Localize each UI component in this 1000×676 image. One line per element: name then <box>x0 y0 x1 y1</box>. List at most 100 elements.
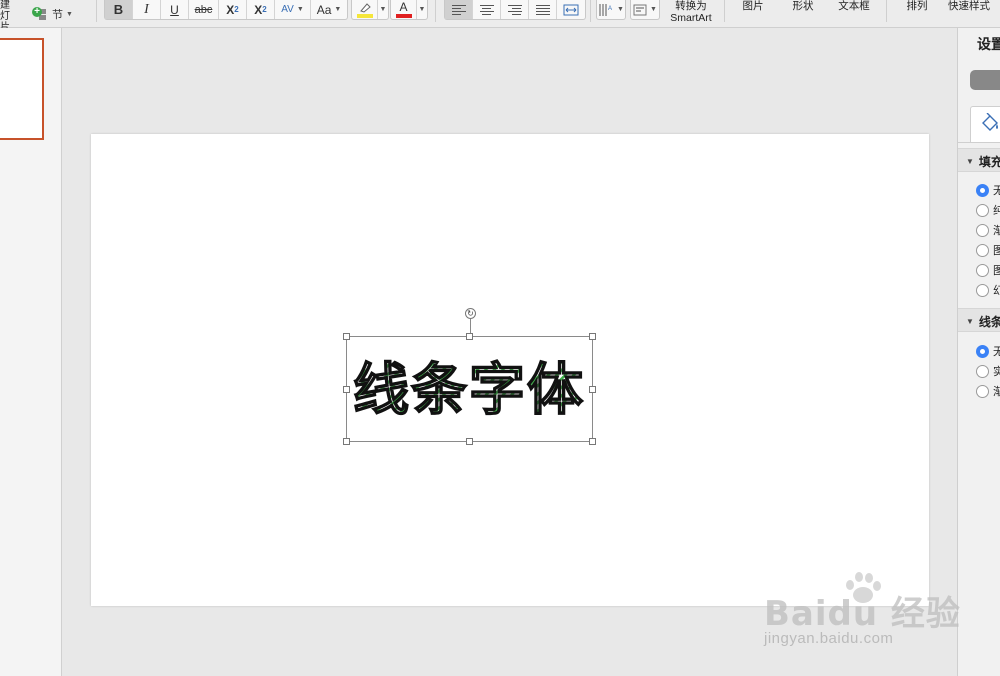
resize-handle-right[interactable] <box>589 386 596 393</box>
align-right-button[interactable] <box>501 0 529 19</box>
picture-label: 图片 <box>742 0 764 12</box>
triangle-down-icon: ▼ <box>966 317 974 326</box>
radio-button[interactable] <box>976 344 989 358</box>
line-option[interactable]: 渐 <box>976 383 1000 399</box>
font-color-button[interactable]: A ▼ <box>390 0 428 20</box>
option-label: 无 <box>993 343 1000 359</box>
fill-option[interactable]: 渐 <box>976 222 1000 238</box>
radio-button[interactable] <box>976 263 989 277</box>
resize-handle-top-left[interactable] <box>343 333 350 340</box>
line-section-label: 线条 <box>978 315 1000 329</box>
format-pane: 设置 ▼ 填充 无纯渐图图幻 ▼ 线条 无实渐 <box>957 28 1000 676</box>
rotate-icon[interactable]: ↻ <box>465 308 476 319</box>
fill-option[interactable]: 纯 <box>976 202 1000 218</box>
highlight-color-swatch <box>356 13 373 18</box>
selected-textbox[interactable]: ↻ 线条字体 <box>343 308 596 445</box>
radio-button[interactable] <box>976 384 989 398</box>
chevron-down-icon: ▼ <box>296 6 304 13</box>
quick-styles-button[interactable]: 快速样式 <box>944 0 994 12</box>
toolbar-divider <box>724 0 725 22</box>
fill-option[interactable]: 图 <box>976 242 1000 258</box>
resize-handle-left[interactable] <box>343 386 350 393</box>
section-button[interactable]: + 节 ▼ <box>32 6 73 22</box>
baidu-watermark: Baidu 经验 jingyan.baidu.com <box>764 572 960 650</box>
italic-button[interactable]: I <box>133 0 161 19</box>
toolbar-divider <box>886 0 887 22</box>
fill-section-toggle[interactable]: ▼ 填充 <box>966 153 1000 170</box>
chevron-down-icon: ▼ <box>66 10 73 18</box>
align-left-button[interactable] <box>445 0 473 19</box>
resize-handle-top-right[interactable] <box>589 333 596 340</box>
fill-option[interactable]: 幻 <box>976 282 1000 298</box>
toolbar-divider <box>96 0 97 22</box>
subscript-button[interactable]: X2 <box>247 0 275 19</box>
option-label: 纯 <box>993 202 1000 218</box>
bold-button[interactable]: B <box>105 0 133 19</box>
radio-button[interactable] <box>976 283 989 297</box>
chevron-down-icon: ▼ <box>617 6 624 13</box>
arrange-button[interactable]: 排列 <box>902 0 932 12</box>
radio-button[interactable] <box>976 203 989 217</box>
fill-option[interactable]: 图 <box>976 262 1000 278</box>
highlight-color-button[interactable]: ▼ <box>351 0 389 20</box>
resize-handle-bottom[interactable] <box>466 438 473 445</box>
convert-smartart-label-2: SmartArt <box>670 12 712 24</box>
align-text-button[interactable]: ▼ <box>630 0 660 20</box>
line-option[interactable]: 无 <box>976 343 1000 359</box>
toolbar-divider <box>590 0 591 22</box>
outlined-text-glyphs: 线条字体 <box>353 358 585 423</box>
text-direction-button[interactable]: A ▼ <box>596 0 626 20</box>
svg-text:A: A <box>608 6 612 12</box>
strikethrough-button[interactable]: abc <box>189 0 219 19</box>
resize-handle-top[interactable] <box>466 333 473 340</box>
paint-bucket-icon <box>982 113 998 131</box>
paragraph-align-group <box>444 0 586 20</box>
radio-button[interactable] <box>976 243 989 257</box>
insert-picture-button[interactable]: 图片 <box>738 0 768 12</box>
distributed-align-icon <box>563 4 579 15</box>
new-slide-label: 建 <box>0 0 10 11</box>
line-section-toggle[interactable]: ▼ 线条 <box>966 313 1000 330</box>
distributed-align-button[interactable] <box>557 0 585 19</box>
slide-thumbnail-1[interactable] <box>0 38 44 140</box>
fill-line-tab[interactable] <box>970 106 1000 142</box>
chevron-down-icon: ▼ <box>650 6 657 13</box>
option-label: 图 <box>993 242 1000 258</box>
arrange-label: 排列 <box>906 0 928 12</box>
ribbon-toolbar: 建 灯片 + 节 ▼ B I U abc X2 X2 AV ▼ Aa ▼ <box>0 0 1000 33</box>
align-text-icon <box>633 4 647 15</box>
option-label: 渐 <box>993 383 1000 399</box>
chevron-down-icon: ▼ <box>379 6 387 13</box>
pane-options-button[interactable] <box>970 70 1000 90</box>
line-option[interactable]: 实 <box>976 363 1000 379</box>
radio-button[interactable] <box>976 364 989 378</box>
slide-canvas[interactable]: ↻ 线条字体 <box>91 134 929 606</box>
textbox-label: 文本框 <box>838 0 870 12</box>
insert-textbox-button[interactable]: 文本框 <box>834 0 874 12</box>
font-color-icon: A <box>399 0 408 14</box>
resize-handle-bottom-left[interactable] <box>343 438 350 445</box>
option-label: 无 <box>993 182 1000 198</box>
insert-shape-button[interactable]: 形状 <box>788 0 818 12</box>
radio-button[interactable] <box>976 183 989 197</box>
outlined-text[interactable]: 线条字体 <box>347 337 592 441</box>
option-label: 渐 <box>993 222 1000 238</box>
character-spacing-icon: AV <box>281 4 294 15</box>
fill-option[interactable]: 无 <box>976 182 1000 198</box>
font-color-swatch <box>395 14 412 18</box>
resize-handle-bottom-right[interactable] <box>589 438 596 445</box>
toolbar-divider <box>435 0 436 22</box>
character-spacing-button[interactable]: AV ▼ <box>275 0 311 19</box>
add-section-icon: + <box>32 7 48 21</box>
convert-to-smartart-button[interactable]: 转换为 SmartArt <box>667 0 715 24</box>
option-label: 实 <box>993 363 1000 379</box>
section-label: 节 <box>52 9 63 21</box>
justify-button[interactable] <box>529 0 557 19</box>
align-center-button[interactable] <box>473 0 501 19</box>
underline-button[interactable]: U <box>161 0 189 19</box>
change-case-button[interactable]: Aa ▼ <box>311 0 347 19</box>
superscript-button[interactable]: X2 <box>219 0 247 19</box>
radio-button[interactable] <box>976 223 989 237</box>
option-label: 图 <box>993 262 1000 278</box>
triangle-down-icon: ▼ <box>966 157 974 166</box>
